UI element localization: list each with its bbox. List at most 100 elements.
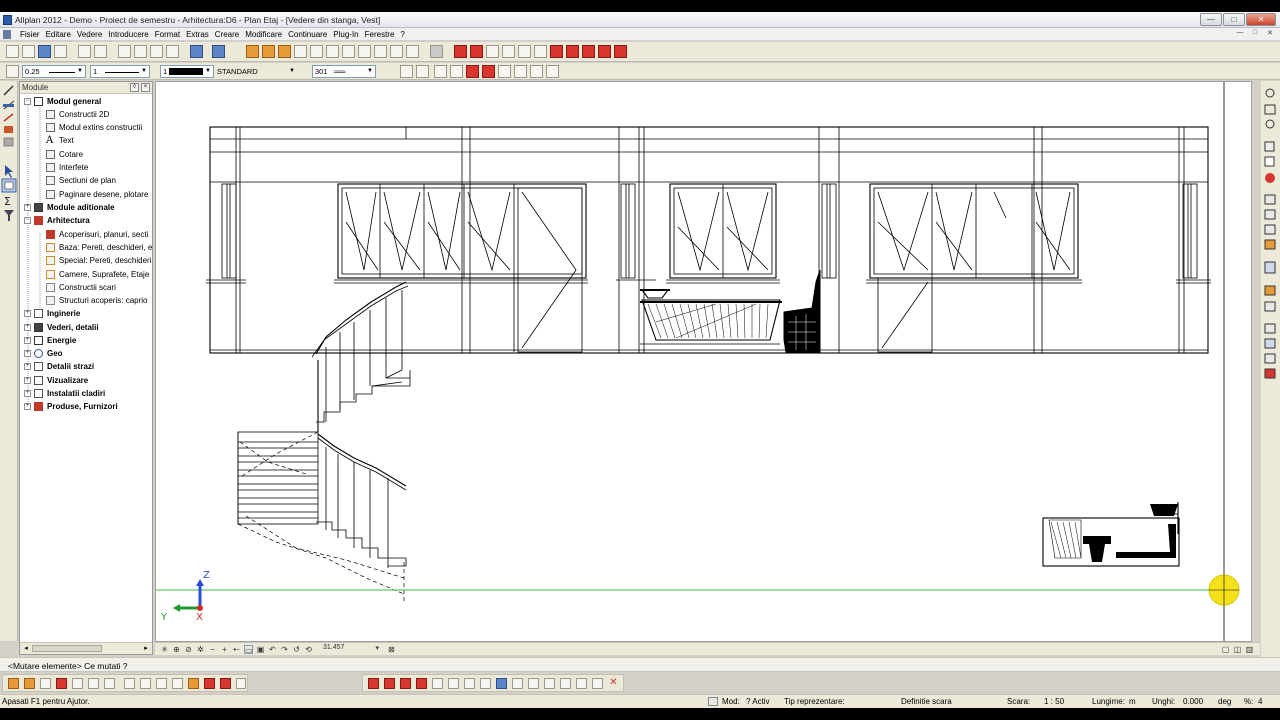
menu-item-plug-in[interactable]: Plug-In [330, 29, 361, 40]
status-length-unit[interactable]: m [1129, 697, 1136, 706]
status-representation-label[interactable]: Tip reprezentare: [784, 697, 845, 706]
snap-element-icon[interactable] [480, 678, 491, 689]
filter-line-icon[interactable] [72, 678, 83, 689]
arrow-left-icon[interactable]: ⇠ [232, 645, 241, 654]
menu-item-editare[interactable]: Editare [43, 29, 74, 40]
filter-icon[interactable] [4, 210, 14, 221]
layer-select[interactable]: STANDARD ▼ [214, 65, 298, 78]
pan-icon[interactable]: ✳ [160, 645, 169, 654]
module-item-modul-extins-constructii[interactable]: Modul extins constructii [46, 121, 142, 134]
fill-tool-icon[interactable] [4, 126, 13, 133]
module-item-text[interactable]: A Text [46, 134, 74, 147]
layer-manager-icon[interactable] [434, 65, 447, 78]
zoom-in-icon[interactable]: ⊕ [172, 645, 181, 654]
module-item-vederi-detalii[interactable]: + Vederi, detalii [24, 321, 99, 334]
collapse-icon[interactable]: − [24, 98, 31, 105]
iso-view-3-icon[interactable] [582, 45, 595, 58]
filter-architecture-icon[interactable] [156, 678, 167, 689]
expand-icon[interactable]: + [24, 337, 31, 344]
filter-pen-icon[interactable] [40, 678, 51, 689]
view-bottom-icon[interactable] [534, 45, 547, 58]
filter-attribute-icon[interactable] [204, 678, 215, 689]
clipboard-icon[interactable] [1264, 209, 1276, 220]
undo-icon[interactable] [190, 45, 203, 58]
snap-angle-icon[interactable] [448, 678, 459, 689]
plot-icon[interactable] [94, 45, 107, 58]
back-icon[interactable]: ↺ [292, 645, 301, 654]
module-item-camere-suprafete-etaje[interactable]: Camere, Suprafete, Etaje [46, 268, 149, 281]
filter-extra-icon[interactable] [236, 678, 246, 689]
label-tool-icon[interactable] [1264, 368, 1276, 379]
refresh-icon[interactable]: ✲ [196, 645, 205, 654]
module-item-paginare-desene-plotare[interactable]: Paginare desene, plotare [46, 188, 148, 201]
fill-color-icon[interactable] [466, 65, 479, 78]
view-top-icon[interactable] [518, 45, 531, 58]
properties-icon[interactable] [430, 45, 443, 58]
export-tool-icon[interactable] [1264, 323, 1276, 334]
copy-icon[interactable] [134, 45, 147, 58]
eyedropper-icon[interactable] [6, 65, 19, 78]
view-3d-icon[interactable] [390, 45, 403, 58]
filter-type-icon[interactable] [24, 678, 35, 689]
scroll-left-icon[interactable]: ◂ [21, 644, 31, 652]
allplan-app-icon[interactable] [3, 15, 12, 25]
maximize-button[interactable]: □ [1223, 13, 1245, 26]
snap-point-icon[interactable] [368, 678, 379, 689]
selected-tool-icon[interactable] [1, 178, 17, 193]
style-area-icon[interactable] [498, 65, 511, 78]
panel-close-icon[interactable]: × [141, 83, 150, 92]
lock-view-icon[interactable]: ⊠ [387, 645, 396, 654]
module-item-modul-general[interactable]: − Modul general [24, 95, 101, 108]
door-icon[interactable] [310, 45, 323, 58]
format-properties-icon[interactable] [400, 65, 413, 78]
hatch-tool-icon[interactable] [1264, 141, 1275, 152]
expand-icon[interactable]: + [24, 377, 31, 384]
expand-icon[interactable]: + [24, 403, 31, 410]
stair-icon[interactable] [278, 45, 291, 58]
cancel-icon[interactable]: ✕ [608, 678, 619, 689]
module-item-structuri-acoperis-caprio[interactable]: Structuri acoperis: caprio [46, 294, 147, 307]
module-item-detalii-strazi[interactable]: + Detalii strazi [24, 360, 94, 373]
expand-icon[interactable]: + [24, 204, 31, 211]
snap-icon[interactable] [546, 65, 559, 78]
import-tool-icon[interactable] [1264, 338, 1276, 349]
status-angle-unit[interactable]: deg [1218, 697, 1231, 706]
document-tool-icon[interactable] [1264, 261, 1276, 274]
menu-item-fisier[interactable]: Fisier [17, 29, 43, 40]
brush-icon[interactable] [3, 113, 14, 122]
expand-icon[interactable]: + [24, 310, 31, 317]
view-left-icon[interactable] [486, 45, 499, 58]
expand-icon[interactable]: + [24, 350, 31, 357]
plus-icon[interactable]: + [220, 645, 229, 654]
expand-icon[interactable]: + [24, 324, 31, 331]
status-scale-definition[interactable]: Definitie scara [901, 697, 952, 706]
module-item-inginerie[interactable]: + Inginerie [24, 307, 80, 320]
filter-arc-icon[interactable] [172, 678, 183, 689]
preview-icon[interactable] [78, 45, 91, 58]
module-panel-scrollbar[interactable]: ◂ ▸ [20, 642, 152, 654]
snap-track-icon[interactable] [528, 678, 539, 689]
select-arrow-icon[interactable] [5, 165, 13, 178]
check-tool-icon[interactable] [1264, 353, 1276, 364]
menu-item-introducere[interactable]: Introducere [105, 29, 151, 40]
layer-visibility-icon[interactable] [450, 65, 463, 78]
iso-view-2-icon[interactable] [566, 45, 579, 58]
save-icon[interactable] [38, 45, 51, 58]
view-layout-2-icon[interactable]: ◫ [1233, 645, 1242, 654]
menu-item-modificare[interactable]: Modificare [242, 29, 285, 40]
report-tool-icon[interactable] [1264, 301, 1276, 312]
expand-icon[interactable]: + [24, 390, 31, 397]
print-icon[interactable] [54, 45, 67, 58]
module-item-geo[interactable]: + Geo [24, 347, 63, 360]
scroll-right-icon[interactable]: ▸ [141, 644, 151, 652]
mdi-restore-button[interactable]: □ [1249, 29, 1261, 39]
chart-tool-icon[interactable] [1264, 285, 1276, 296]
mdi-minimize-button[interactable]: — [1234, 29, 1246, 39]
filter-elements-icon[interactable] [8, 678, 19, 689]
document-icon[interactable] [3, 30, 11, 39]
status-mode-value[interactable]: ? Activ [746, 697, 770, 706]
room-icon[interactable] [326, 45, 339, 58]
module-item-special-pereti-deschideri[interactable]: Special: Pereti, deschideri [46, 254, 152, 267]
mode-icon[interactable] [708, 697, 718, 706]
status-percent-value[interactable]: 4 [1258, 697, 1262, 706]
